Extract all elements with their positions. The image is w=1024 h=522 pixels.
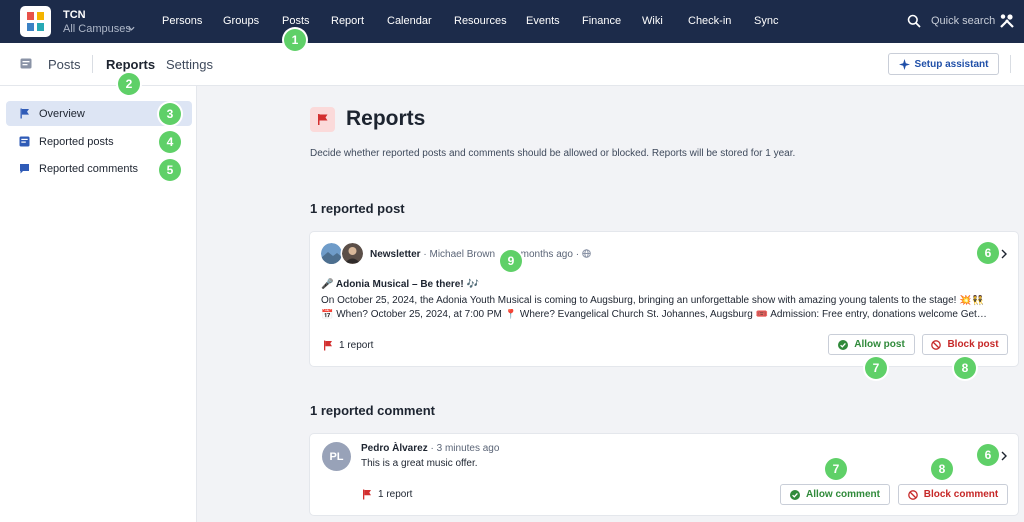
sidebar-item-label: Reported posts	[39, 135, 114, 148]
post-author[interactable]: Michael Brown	[429, 249, 495, 260]
commenter-avatar: PL	[322, 442, 351, 471]
callout-marker: 7	[865, 357, 887, 379]
callout-marker: 4	[159, 131, 181, 153]
reported-posts-heading: 1 reported post	[310, 201, 405, 216]
flag-icon	[363, 489, 371, 500]
reports-flag-icon	[310, 107, 335, 132]
nav-wiki[interactable]: Wiki	[642, 15, 663, 27]
tab-reports[interactable]: Reports	[106, 57, 155, 72]
allow-comment-button[interactable]: Allow comment	[780, 484, 890, 505]
search-icon[interactable]	[907, 14, 921, 28]
post-time: months ago	[520, 249, 573, 260]
comment-author[interactable]: Pedro Àlvarez	[361, 443, 428, 454]
reported-comment-card[interactable]: PL Pedro Àlvarez · 3 minutes ago This is…	[310, 434, 1018, 515]
callout-marker: 2	[118, 73, 140, 95]
globe-icon	[582, 249, 591, 258]
post-body-line: 📅 When? October 25, 2024, at 7:00 PM 📍 W…	[321, 309, 987, 320]
comment-icon	[20, 164, 29, 174]
block-icon	[931, 339, 942, 350]
page-description: Decide whether reported posts and commen…	[310, 148, 796, 159]
sparkle-icon	[898, 58, 910, 70]
tools-icon[interactable]	[999, 13, 1015, 29]
author-avatar	[342, 243, 363, 264]
nav-events[interactable]: Events	[526, 15, 560, 27]
group-avatar	[321, 243, 342, 264]
nav-persons[interactable]: Persons	[162, 15, 202, 27]
callout-marker: 7	[825, 458, 847, 480]
reported-post-card[interactable]: Newsletter · Michael Brown months ago · …	[310, 232, 1018, 366]
chevron-right-icon[interactable]	[1000, 249, 1008, 259]
nav-finance[interactable]: Finance	[582, 15, 621, 27]
callout-marker: 6	[977, 444, 999, 466]
flag-icon	[20, 108, 29, 119]
callout-marker: 8	[931, 458, 953, 480]
nav-resources[interactable]: Resources	[454, 15, 507, 27]
callout-marker: 9	[500, 250, 522, 272]
post-meta: Newsletter · Michael Brown months ago ·	[370, 249, 591, 260]
org-name: TCN	[63, 9, 86, 21]
campus-selector[interactable]: All Campuses	[63, 23, 131, 35]
flag-icon	[324, 340, 332, 351]
post-report-count: 1 report	[323, 340, 373, 351]
nav-posts[interactable]: Posts	[282, 15, 310, 27]
callout-marker: 1	[284, 29, 306, 51]
block-comment-button[interactable]: Block comment	[898, 484, 1008, 505]
tab-posts[interactable]: Posts	[48, 57, 81, 72]
sidebar-item-label: Overview	[39, 107, 85, 120]
post-body-line: On October 25, 2024, the Adonia Youth Mu…	[321, 295, 985, 306]
post-group-name[interactable]: Newsletter	[370, 249, 421, 260]
top-navigation-bar: TCN All Campuses Persons Groups Posts Re…	[0, 0, 1024, 43]
church-logo[interactable]	[20, 6, 51, 37]
reported-comments-heading: 1 reported comment	[310, 403, 435, 418]
tab-divider	[92, 55, 93, 73]
nav-sync[interactable]: Sync	[754, 15, 778, 27]
callout-marker: 6	[977, 242, 999, 264]
sidebar-item-label: Reported comments	[39, 162, 139, 175]
quick-search-input[interactable]: Quick search	[931, 15, 995, 27]
setup-assistant-label: Setup assistant	[914, 58, 989, 70]
header-separator	[1010, 55, 1011, 73]
callout-marker: 3	[159, 103, 181, 125]
nav-check-in[interactable]: Check-in	[688, 15, 731, 27]
comment-text: This is a great music offer.	[361, 458, 478, 469]
comment-time: 3 minutes ago	[436, 443, 500, 454]
block-icon	[907, 489, 918, 500]
check-circle-icon	[838, 339, 849, 350]
post-title: 🎤 Adonia Musical – Be there! 🎶	[321, 279, 479, 290]
callout-marker: 5	[159, 159, 181, 181]
tab-settings[interactable]: Settings	[166, 57, 213, 72]
nav-calendar[interactable]: Calendar	[387, 15, 432, 27]
block-post-button[interactable]: Block post	[922, 334, 1008, 355]
allow-post-button[interactable]: Allow post	[828, 334, 915, 355]
setup-assistant-button[interactable]: Setup assistant	[888, 53, 999, 75]
check-circle-icon	[790, 489, 801, 500]
nav-report[interactable]: Report	[331, 15, 364, 27]
nav-groups[interactable]: Groups	[223, 15, 259, 27]
section-header: Posts Reports Settings Setup assistant	[0, 43, 1024, 86]
posts-icon	[19, 136, 30, 147]
posts-icon	[20, 58, 32, 69]
page-title: Reports	[346, 107, 426, 130]
comment-meta: Pedro Àlvarez · 3 minutes ago	[361, 443, 500, 454]
chevron-right-icon[interactable]	[1000, 451, 1008, 461]
chevron-down-icon[interactable]	[128, 25, 135, 32]
callout-marker: 8	[954, 357, 976, 379]
comment-report-count: 1 report	[362, 489, 412, 500]
